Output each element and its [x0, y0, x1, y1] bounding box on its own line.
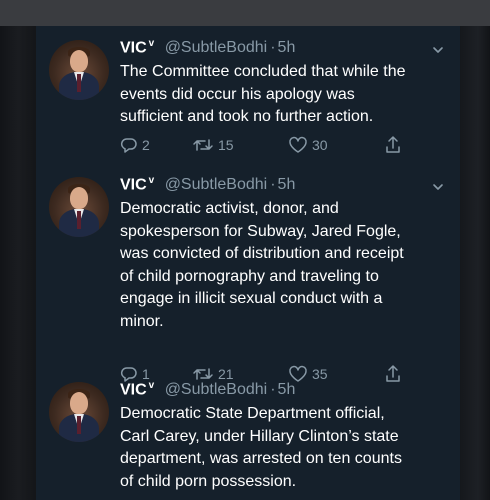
- retweet-count: 15: [218, 137, 234, 153]
- tweet-text: Democratic activist, donor, and spokespe…: [120, 198, 450, 333]
- tweet-text-line: engage in illicit sexual conduct with a: [120, 290, 383, 307]
- like-button[interactable]: 30: [288, 135, 328, 155]
- chevron-down-icon[interactable]: [432, 181, 444, 193]
- reply-count: 2: [142, 137, 150, 153]
- author-name[interactable]: VIC: [120, 381, 147, 398]
- tweet-text-line: department, was arrested on ten counts: [120, 450, 402, 467]
- tweet-header: VIC v @SubtleBodhi · 5h: [120, 175, 295, 194]
- share-button[interactable]: [384, 135, 406, 155]
- tweet[interactable]: VIC v @SubtleBodhi · 5h The Committee concl…: [36, 34, 460, 164]
- chevron-down-icon[interactable]: [432, 44, 444, 56]
- author-name[interactable]: VIC: [120, 39, 147, 56]
- author-handle[interactable]: @SubtleBodhi: [165, 381, 268, 398]
- tweet-text-line: Democratic State Department official,: [120, 405, 385, 422]
- author-name-mark: v: [148, 38, 155, 49]
- tweet-header: VIC v @SubtleBodhi · 5h: [120, 380, 295, 399]
- author-name[interactable]: VIC: [120, 176, 147, 193]
- retweet-icon: [193, 139, 213, 151]
- author-handle[interactable]: @SubtleBodhi: [165, 39, 268, 56]
- avatar[interactable]: [49, 40, 109, 100]
- tweet-actions: 2 15 30: [120, 135, 420, 155]
- author-handle[interactable]: @SubtleBodhi: [165, 176, 268, 193]
- tweet-timeline[interactable]: VIC v @SubtleBodhi · 5h The Committee concl…: [36, 26, 460, 500]
- tweet-text-line: of child pornography and traveling to: [120, 267, 379, 285]
- author-name-mark: v: [148, 175, 155, 186]
- tweet-text-line: events did occur his apology was: [120, 85, 355, 103]
- tweet-text-line: of child porn possession.: [120, 472, 297, 490]
- tweet-header: VIC v @SubtleBodhi · 5h: [120, 38, 295, 57]
- tweet-text-line: spokesperson for Subway, Jared Fogle,: [120, 222, 401, 240]
- background-right-edge: [460, 26, 490, 500]
- background-left-edge: [0, 26, 36, 500]
- reply-icon: [120, 138, 137, 153]
- tweet-text-line: sufficient and took no further action.: [120, 108, 374, 125]
- tweet-text: Democratic State Department official, Ca…: [120, 403, 450, 493]
- tweet[interactable]: VIC v @SubtleBodhi · 5h Democratic State De…: [36, 376, 460, 500]
- tweet[interactable]: VIC v @SubtleBodhi · 5h Democratic activist…: [36, 171, 460, 382]
- screenshot: VIC v @SubtleBodhi · 5h The Committee concl…: [0, 0, 490, 500]
- tweet-text: The Committee concluded that while the e…: [120, 61, 450, 129]
- avatar[interactable]: [49, 382, 109, 442]
- reply-button[interactable]: 2: [120, 135, 150, 155]
- tweet-text-line: minor.: [120, 312, 164, 330]
- retweet-button[interactable]: 15: [192, 135, 234, 155]
- author-name-mark: v: [148, 380, 155, 391]
- share-icon: [386, 136, 400, 153]
- tweet-text-line: was convicted of distribution and receip…: [120, 245, 404, 262]
- header-separator: ·: [270, 39, 276, 57]
- tweet-text-line: The Committee concluded that while the: [120, 63, 406, 80]
- header-separator: ·: [270, 176, 276, 194]
- tweet-time[interactable]: 5h: [278, 176, 296, 193]
- tweet-time[interactable]: 5h: [278, 39, 296, 56]
- avatar[interactable]: [49, 177, 109, 237]
- header-separator: ·: [270, 381, 276, 399]
- tweet-text-line: Democratic activist, donor, and: [120, 200, 339, 217]
- like-count: 30: [312, 137, 328, 153]
- top-bar: [0, 0, 490, 26]
- tweet-text-line: Carl Carey, under Hillary Clinton’s stat…: [120, 427, 399, 445]
- heart-icon: [289, 136, 307, 153]
- tweet-time[interactable]: 5h: [278, 381, 296, 398]
